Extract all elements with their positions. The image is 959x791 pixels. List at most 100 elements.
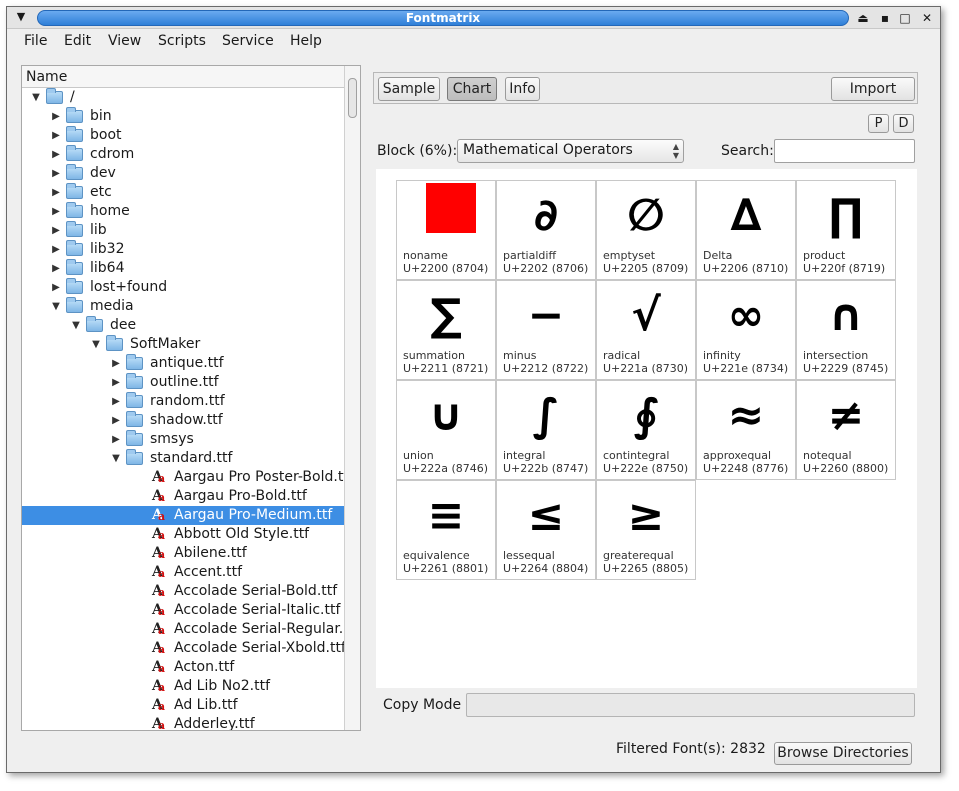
close-icon[interactable]: ✕: [919, 10, 935, 26]
expanded-arrow-icon[interactable]: ▼: [90, 337, 102, 352]
collapsed-arrow-icon[interactable]: ▶: [110, 413, 122, 428]
browse-directories-button[interactable]: Browse Directories: [774, 742, 912, 765]
tab-sample[interactable]: Sample: [378, 77, 440, 101]
p-button[interactable]: P: [868, 114, 889, 133]
collapsed-arrow-icon[interactable]: ▶: [50, 280, 62, 295]
font-file-row[interactable]: Aa Aargau Pro-Bold.ttf: [22, 487, 344, 506]
font-file-row[interactable]: Aa Accolade Serial-Regular...: [22, 620, 352, 639]
glyph-cell-union[interactable]: ∪ union U+222a (8746): [396, 380, 496, 480]
d-button[interactable]: D: [893, 114, 914, 133]
expanded-arrow-icon[interactable]: ▼: [30, 90, 42, 105]
window-title[interactable]: Fontmatrix: [37, 10, 849, 26]
font-file-row[interactable]: Aa Aargau Pro Poster-Bold.ttf: [22, 468, 354, 487]
collapsed-arrow-icon[interactable]: ▶: [50, 261, 62, 276]
tree-scrollbar-thumb[interactable]: [348, 78, 357, 118]
folder-row[interactable]: ▶ outline.ttf: [22, 373, 344, 392]
folder-row[interactable]: ▶ smsys: [22, 430, 344, 449]
tab-info[interactable]: Info: [505, 77, 540, 101]
font-file-row[interactable]: Aa Abbott Old Style.ttf: [22, 525, 344, 544]
glyph-cell-approxequal[interactable]: ≈ approxequal U+2248 (8776): [696, 380, 796, 480]
font-file-row[interactable]: Aa Aargau Pro-Medium.ttf: [22, 506, 344, 525]
glyph-cell-Delta[interactable]: ∆ Delta U+2206 (8710): [696, 180, 796, 280]
glyph-cell-minus[interactable]: − minus U+2212 (8722): [496, 280, 596, 380]
collapsed-arrow-icon[interactable]: ▶: [50, 223, 62, 238]
search-input[interactable]: [774, 139, 915, 163]
glyph-cell-integral[interactable]: ∫ integral U+222b (8747): [496, 380, 596, 480]
glyph-cell-greaterequal[interactable]: ≥ greaterequal U+2265 (8805): [596, 480, 696, 580]
glyph-cell-contintegral[interactable]: ∮ contintegral U+222e (8750): [596, 380, 696, 480]
glyph-cell-radical[interactable]: √ radical U+221a (8730): [596, 280, 696, 380]
expanded-arrow-icon[interactable]: ▼: [70, 318, 82, 333]
folder-row[interactable]: ▶ cdrom: [22, 145, 344, 164]
collapsed-arrow-icon[interactable]: ▶: [110, 394, 122, 409]
folder-row[interactable]: ▶ boot: [22, 126, 344, 145]
collapsed-arrow-icon[interactable]: ▶: [50, 242, 62, 257]
font-file-row[interactable]: Aa Ad Lib No2.ttf: [22, 677, 344, 696]
tree-scrollbar[interactable]: [344, 66, 360, 730]
tree-column-header[interactable]: Name: [22, 66, 344, 88]
glyph-cell-lessequal[interactable]: ≤ lessequal U+2264 (8804): [496, 480, 596, 580]
folder-row[interactable]: ▼ standard.ttf: [22, 449, 344, 468]
folder-row[interactable]: ▼ dee: [22, 316, 344, 335]
expanded-arrow-icon[interactable]: ▼: [110, 451, 122, 466]
folder-row[interactable]: ▶ lib: [22, 221, 344, 240]
expanded-arrow-icon[interactable]: ▼: [50, 299, 62, 314]
menu-service[interactable]: Service: [222, 33, 274, 49]
folder-row[interactable]: ▶ shadow.ttf: [22, 411, 344, 430]
collapsed-arrow-icon[interactable]: ▶: [50, 109, 62, 124]
folder-row[interactable]: ▶ antique.ttf: [22, 354, 344, 373]
import-button[interactable]: Import: [831, 77, 915, 101]
menu-view[interactable]: View: [108, 33, 141, 49]
directory-tree[interactable]: Name ▼ / ▶ bin ▶ boot ▶ cdrom ▶ dev ▶ etc ▶ home ▶ lib ▶…: [21, 65, 361, 731]
glyph-cell-intersection[interactable]: ∩ intersection U+2229 (8745): [796, 280, 896, 380]
glyph-cell-emptyset[interactable]: ∅ emptyset U+2205 (8709): [596, 180, 696, 280]
font-file-row[interactable]: Aa Ad Lib.ttf: [22, 696, 344, 715]
collapsed-arrow-icon[interactable]: ▶: [50, 204, 62, 219]
folder-row[interactable]: ▶ lib32: [22, 240, 344, 259]
copy-mode-field[interactable]: [466, 693, 915, 717]
font-file-row[interactable]: Aa Accolade Serial-Xbold.ttf: [22, 639, 346, 658]
glyph-cell-noname[interactable]: noname U+2200 (8704): [396, 180, 496, 280]
glyph-cell-summation[interactable]: ∑ summation U+2211 (8721): [396, 280, 496, 380]
folder-row[interactable]: ▶ bin: [22, 107, 344, 126]
maximize-icon[interactable]: □: [897, 10, 913, 26]
font-file-row[interactable]: Aa Accolade Serial-Bold.ttf: [22, 582, 344, 601]
glyph-cell-product[interactable]: ∏ product U+220f (8719): [796, 180, 896, 280]
folder-row[interactable]: ▼ media: [22, 297, 344, 316]
font-file-row[interactable]: Aa Accolade Serial-Italic.ttf: [22, 601, 344, 620]
block-select[interactable]: Mathematical Operators ▲ ▼: [457, 139, 684, 163]
glyph-cell-partialdiff[interactable]: ∂ partialdiff U+2202 (8706): [496, 180, 596, 280]
folder-row[interactable]: ▶ lib64: [22, 259, 344, 278]
collapsed-arrow-icon[interactable]: ▶: [50, 128, 62, 143]
folder-row[interactable]: ▶ etc: [22, 183, 344, 202]
font-file-row[interactable]: Aa Accent.ttf: [22, 563, 344, 582]
tab-chart[interactable]: Chart: [447, 77, 497, 101]
folder-icon: [126, 430, 143, 446]
collapsed-arrow-icon[interactable]: ▶: [50, 147, 62, 162]
collapsed-arrow-icon[interactable]: ▶: [50, 166, 62, 181]
font-file-row[interactable]: Aa Acton.ttf: [22, 658, 344, 677]
folder-row[interactable]: ▶ home: [22, 202, 344, 221]
glyph-cell-infinity[interactable]: ∞ infinity U+221e (8734): [696, 280, 796, 380]
folder-row[interactable]: ▶ random.ttf: [22, 392, 344, 411]
collapsed-arrow-icon[interactable]: ▶: [110, 375, 122, 390]
collapsed-arrow-icon[interactable]: ▶: [110, 432, 122, 447]
menu-help[interactable]: Help: [290, 33, 322, 49]
glyph-cell-notequal[interactable]: ≠ notequal U+2260 (8800): [796, 380, 896, 480]
window-menu-icon[interactable]: ▼: [14, 10, 28, 24]
collapsed-arrow-icon[interactable]: ▶: [110, 356, 122, 371]
menu-scripts[interactable]: Scripts: [158, 33, 206, 49]
folder-row[interactable]: ▼ /: [22, 88, 344, 107]
font-file-row[interactable]: Aa Abilene.ttf: [22, 544, 344, 563]
glyph-cell-equivalence[interactable]: ≡ equivalence U+2261 (8801): [396, 480, 496, 580]
minimize-icon[interactable]: ▪: [877, 10, 893, 26]
glyph-chart[interactable]: noname U+2200 (8704) ∂ partialdiff U+2202 (8…: [376, 169, 917, 688]
folder-row[interactable]: ▶ dev: [22, 164, 344, 183]
menu-file[interactable]: File: [24, 33, 47, 49]
shade-icon[interactable]: ⏏: [855, 10, 871, 26]
font-file-row[interactable]: Aa Adderley.ttf: [22, 715, 344, 730]
collapsed-arrow-icon[interactable]: ▶: [50, 185, 62, 200]
folder-row[interactable]: ▼ SoftMaker: [22, 335, 344, 354]
menu-edit[interactable]: Edit: [64, 33, 91, 49]
folder-row[interactable]: ▶ lost+found: [22, 278, 344, 297]
